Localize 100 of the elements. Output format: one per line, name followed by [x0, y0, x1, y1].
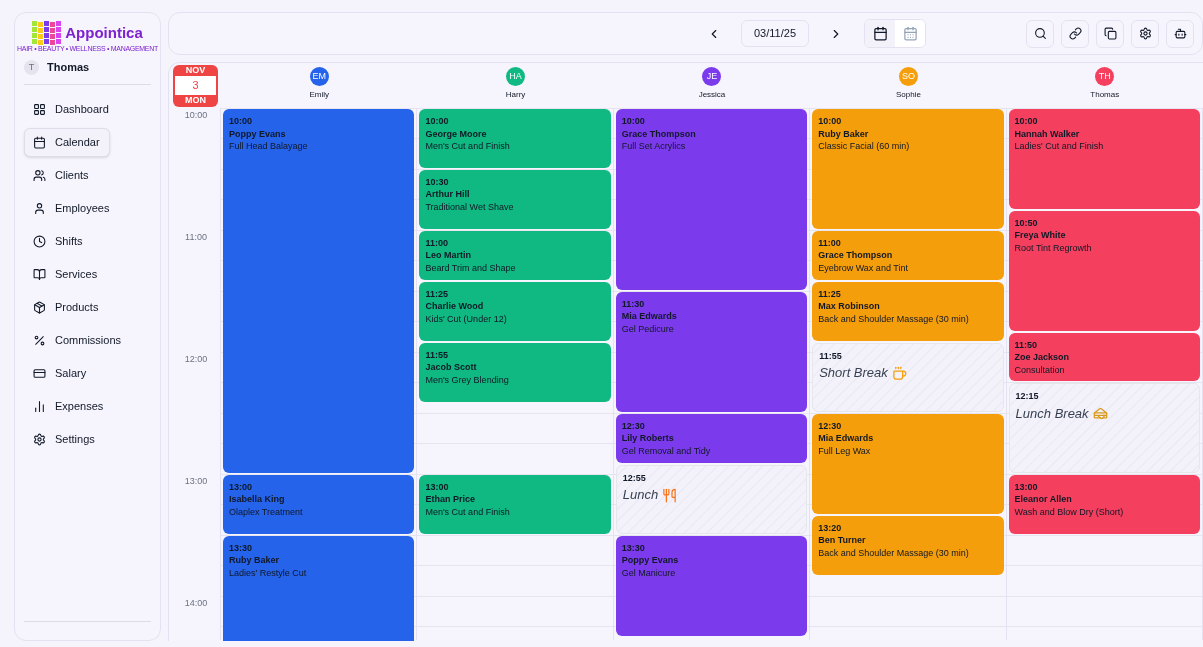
day-view-tab[interactable]: [865, 20, 895, 47]
nav-item[interactable]: Calendar: [24, 127, 110, 157]
appointment-card[interactable]: 13:20 Ben Turner Back and Shoulder Massage (30 min): [812, 515, 1004, 575]
service-name: Back and Shoulder Massage (30 min): [818, 312, 970, 326]
appointment-time: 12:30: [818, 419, 843, 433]
sandwich-icon: [1092, 406, 1108, 422]
nav-item[interactable]: Settings: [24, 424, 110, 454]
service-name: Root Tint Regrowth: [1014, 241, 1093, 255]
appointment-time: 11:30: [621, 297, 646, 311]
client-name: Ethan Price: [425, 493, 476, 506]
badge-month: NOV: [185, 65, 206, 76]
brand-name: Appointica: [65, 22, 143, 43]
appointment-time: 11:00: [425, 236, 449, 250]
client-name: Ben Turner: [818, 534, 867, 547]
nav-item[interactable]: Salary: [24, 358, 110, 388]
date-field[interactable]: 03/11/25: [741, 20, 809, 47]
nav-item[interactable]: Employees: [24, 193, 119, 223]
appointment-time: 13:30: [229, 541, 254, 555]
nav-item[interactable]: Dashboard: [24, 94, 118, 124]
appointment-card[interactable]: 11:55 Jacob Scott Men's Grey Blending: [419, 342, 611, 402]
service-name: Men's Grey Blending: [425, 373, 510, 387]
appointment-time: 10:00: [425, 115, 450, 128]
client-name: Arthur Hill: [425, 188, 471, 201]
nav-item[interactable]: Expenses: [24, 391, 113, 421]
service-name: Full Set Acrylics: [621, 140, 687, 153]
client-name: Zoe Jackson: [1014, 351, 1071, 364]
appointment-time: 11:25: [818, 287, 842, 301]
logo-icon: [32, 21, 63, 45]
appointment-time: 11:25: [425, 287, 449, 301]
client-name: Lily Roberts: [621, 432, 675, 445]
appointment-card[interactable]: 10:00 George Moore Men's Cut and Finish: [419, 109, 611, 168]
service-name: Back and Shoulder Massage (30 min): [818, 546, 970, 560]
employee-name: Jessica: [698, 89, 726, 101]
copy-button[interactable]: [1096, 19, 1124, 48]
settings-icon: [33, 432, 46, 446]
search-icon: [1033, 27, 1047, 40]
cutlery-icon: [662, 487, 678, 503]
hour-label: 11:00: [184, 230, 208, 244]
appointment-time: 11:00: [818, 236, 842, 250]
break-time: 12:15: [1015, 390, 1040, 404]
client-name: Poppy Evans: [621, 554, 680, 567]
employee-name: Emily: [309, 89, 329, 101]
assistant-button[interactable]: [1166, 19, 1194, 48]
appointment-time: 10:00: [1014, 115, 1039, 128]
appointment-card[interactable]: 11:25 Charlie Wood Kids' Cut (Under 12): [419, 281, 611, 341]
appointment-card[interactable]: 11:00 Leo Martin Beard Trim and Shape: [419, 230, 611, 280]
settings-button[interactable]: [1131, 19, 1159, 48]
nav-item[interactable]: Services: [24, 259, 110, 289]
client-name: Ruby Baker: [229, 554, 281, 567]
appointment-card[interactable]: 12:30 Mia Edwards Full Leg Wax: [812, 413, 1004, 514]
appointment-time: 13:20: [818, 521, 843, 535]
service-name: Classic Facial (60 min): [818, 140, 911, 153]
appointment-card[interactable]: 10:00 Ruby Baker Classic Facial (60 min): [812, 109, 1004, 229]
user-name: Thomas: [47, 60, 90, 75]
nav-item[interactable]: Products: [24, 292, 110, 322]
client-name: Ruby Baker: [818, 127, 870, 140]
appointment-card[interactable]: 13:00 Ethan Price Men's Cut and Finish: [419, 474, 611, 534]
service-name: Kids' Cut (Under 12): [425, 312, 508, 326]
book-icon: [33, 267, 46, 281]
nav-item[interactable]: Commissions: [24, 325, 130, 355]
employee-name: Sophie: [895, 89, 921, 101]
hour-label: 12:00: [183, 352, 209, 366]
bar-chart-icon: [33, 399, 46, 413]
client-name: Isabella King: [229, 493, 286, 506]
client-name: Grace Thompson: [621, 127, 697, 140]
employee-avatar: JE: [702, 67, 722, 86]
appointment-time: 10:30: [425, 176, 450, 189]
appointment-time: 10:00: [229, 115, 254, 128]
client-name: Grace Thompson: [818, 249, 894, 262]
nav-item[interactable]: Clients: [24, 160, 110, 190]
appointment-time: 13:00: [1014, 480, 1039, 494]
break-label: Short Break: [819, 364, 888, 383]
card-icon: [33, 366, 46, 380]
nav-item[interactable]: Shifts: [24, 226, 110, 256]
employee-avatar: TH: [1095, 67, 1115, 86]
service-name: Full Head Balayage: [229, 140, 309, 153]
copy-icon: [1103, 27, 1117, 40]
service-name: Consultation: [1014, 363, 1066, 377]
appointment-card[interactable]: 10:00 Hannah Walker Ladies' Cut and Finish: [1008, 109, 1200, 209]
break-label: Lunch Break: [1015, 404, 1089, 423]
service-name: Men's Cut and Finish: [425, 140, 511, 153]
search-button[interactable]: [1026, 19, 1054, 48]
client-name: Hannah Walker: [1014, 127, 1081, 140]
link-button[interactable]: [1061, 19, 1089, 48]
appointment-card[interactable]: 11:00 Grace Thompson Eyebrow Wax and Tint: [812, 230, 1004, 280]
client-name: Mia Edwards: [621, 310, 678, 323]
appointment-time: 13:00: [425, 480, 450, 494]
break-time: 12:55: [622, 471, 647, 485]
service-name: Olaplex Treatment: [229, 505, 304, 519]
appointment-card[interactable]: 10:50 Freya White Root Tint Regrowth: [1008, 210, 1200, 331]
appointment-card[interactable]: 11:25 Max Robinson Back and Shoulder Massage (30 min): [812, 281, 1004, 341]
settings-icon: [1138, 27, 1152, 40]
appointment-card[interactable]: 10:30 Arthur Hill Traditional Wet Shave: [419, 170, 611, 229]
service-name: Eyebrow Wax and Tint: [818, 261, 909, 275]
percent-icon: [33, 333, 46, 347]
badge-day: 3: [175, 76, 216, 95]
appointment-time: 10:50: [1014, 216, 1039, 230]
badge-weekday: MON: [185, 95, 206, 106]
appointment-card[interactable]: 13:00 Eleanor Allen Wash and Blow Dry (Short): [1008, 474, 1200, 534]
appointment-card[interactable]: 11:50 Zoe Jackson Consultation: [1008, 332, 1200, 382]
